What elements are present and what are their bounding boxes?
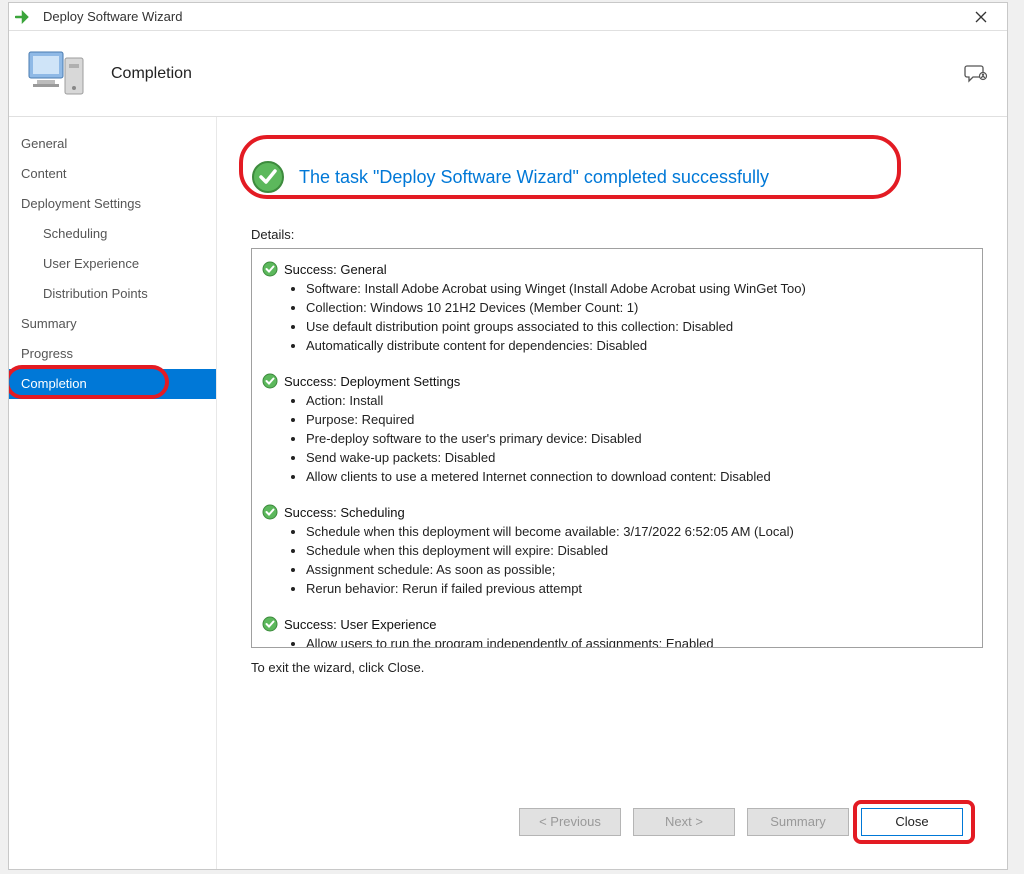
header: Completion [9,31,1007,117]
detail-group-scheduling: Success: Scheduling Schedule when this d… [262,504,972,598]
app-arrow-icon [15,10,35,24]
success-message: The task "Deploy Software Wizard" comple… [299,167,769,188]
detail-item: Software: Install Adobe Acrobat using Wi… [306,279,972,298]
detail-title: Success: User Experience [284,617,436,632]
detail-group-user-experience: Success: User Experience Allow users to … [262,616,972,648]
detail-item: Allow clients to use a metered Internet … [306,467,972,486]
detail-item: Use default distribution point groups as… [306,317,972,336]
sidebar-item-user-experience[interactable]: User Experience [9,249,216,279]
detail-item: Collection: Windows 10 21H2 Devices (Mem… [306,298,972,317]
success-check-icon [262,261,278,277]
window-title: Deploy Software Wizard [43,9,182,24]
wizard-window: Deploy Software Wizard Completion [8,2,1008,870]
page-title: Completion [111,65,192,83]
detail-item: Action: Install [306,391,972,410]
detail-item: Pre-deploy software to the user's primar… [306,429,972,448]
sidebar-item-content[interactable]: Content [9,159,216,189]
detail-group-deployment-settings: Success: Deployment Settings Action: Ins… [262,373,972,486]
success-check-icon [262,373,278,389]
detail-title: Success: Scheduling [284,505,405,520]
detail-title: Success: Deployment Settings [284,374,460,389]
close-button[interactable]: Close [861,808,963,836]
titlebar: Deploy Software Wizard [9,3,1007,31]
summary-button: Summary [747,808,849,836]
main-pane: The task "Deploy Software Wizard" comple… [217,117,1007,869]
detail-item: Assignment schedule: As soon as possible… [306,560,972,579]
detail-item: Rerun behavior: Rerun if failed previous… [306,579,972,598]
detail-group-general: Success: General Software: Install Adobe… [262,261,972,355]
sidebar-item-summary[interactable]: Summary [9,309,216,339]
sidebar-item-general[interactable]: General [9,129,216,159]
exit-hint: To exit the wizard, click Close. [251,660,983,675]
success-check-icon [251,160,285,194]
feedback-icon[interactable] [963,61,989,87]
sidebar-item-progress[interactable]: Progress [9,339,216,369]
success-check-icon [262,504,278,520]
previous-button: < Previous [519,808,621,836]
detail-title: Success: General [284,262,387,277]
sidebar: General Content Deployment Settings Sche… [9,117,217,869]
sidebar-item-scheduling[interactable]: Scheduling [9,219,216,249]
close-icon[interactable] [961,5,1001,29]
detail-item: Send wake-up packets: Disabled [306,448,972,467]
body: General Content Deployment Settings Sche… [9,117,1007,869]
detail-item: Automatically distribute content for dep… [306,336,972,355]
sidebar-item-deployment-settings[interactable]: Deployment Settings [9,189,216,219]
detail-item: Purpose: Required [306,410,972,429]
detail-item: Schedule when this deployment will becom… [306,522,972,541]
details-box[interactable]: Success: General Software: Install Adobe… [251,248,983,648]
footer: < Previous Next > Summary Close [251,803,983,857]
success-check-icon [262,616,278,632]
details-label: Details: [251,227,983,242]
detail-item: Schedule when this deployment will expir… [306,541,972,560]
success-banner: The task "Deploy Software Wizard" comple… [251,147,983,207]
computer-icon [27,46,87,102]
sidebar-item-distribution-points[interactable]: Distribution Points [9,279,216,309]
next-button: Next > [633,808,735,836]
detail-item: Allow users to run the program independe… [306,634,972,648]
sidebar-item-completion[interactable]: Completion [9,369,216,399]
